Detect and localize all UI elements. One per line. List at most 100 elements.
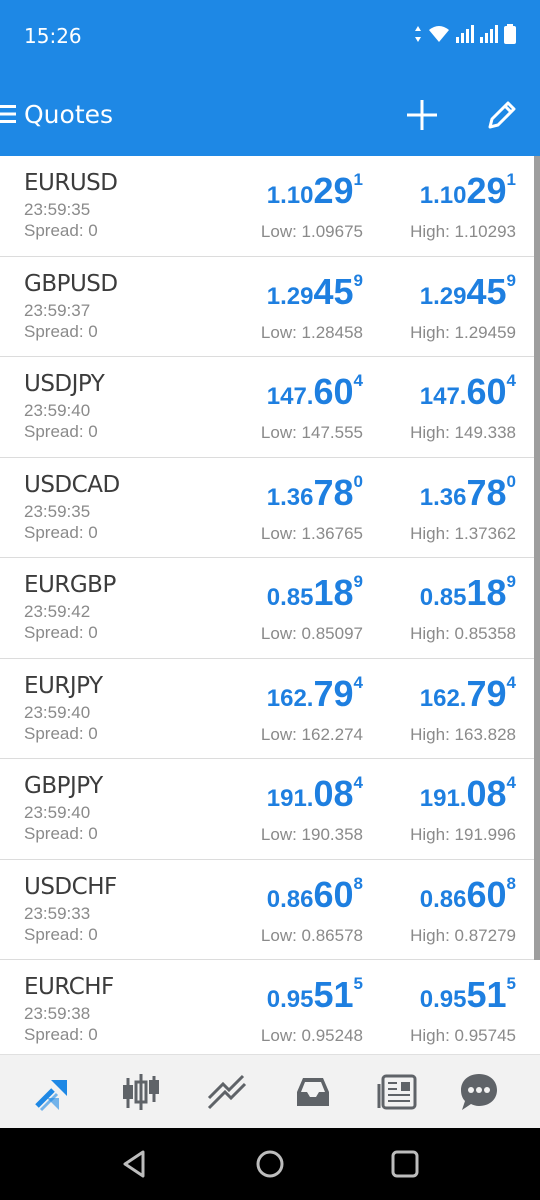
chat-bubble-icon[interactable] [457, 1070, 501, 1114]
price-pips: 60 [466, 873, 507, 915]
price-fraction: 9 [353, 572, 363, 591]
spread-label: Spread: 0 [24, 221, 98, 240]
quote-time: 23:59:40 [24, 702, 91, 722]
signal-icon-2 [480, 25, 498, 43]
price-prefix: 1.10 [266, 182, 314, 209]
quote-row[interactable]: EURCHF 23:59:38 Spread: 0 0.95515 0.95515 Low… [0, 960, 540, 1054]
price-pips: 79 [466, 672, 507, 714]
status-bar: 15:26 [0, 0, 540, 75]
recents-icon[interactable] [387, 1146, 423, 1182]
price-pips: 29 [313, 170, 354, 211]
low-label: Low: 0.85097 [260, 624, 363, 643]
bid-price: 162.794 [267, 673, 363, 715]
symbol-name: GBPJPY [24, 773, 103, 799]
price-fraction: 4 [353, 371, 363, 390]
symbol-name: USDCHF [24, 873, 117, 900]
spread-label: Spread: 0 [24, 924, 98, 944]
quote-time: 23:59:35 [24, 501, 91, 521]
price-fraction: 4 [353, 672, 363, 692]
ask-price: 1.10291 [420, 170, 516, 212]
bid-price: 1.36780 [267, 472, 363, 514]
price-fraction: 5 [353, 974, 363, 993]
quote-row[interactable]: USDCHF 23:59:33 Spread: 0 0.86608 0.86608 Low… [0, 860, 540, 960]
quote-row[interactable]: EURGBP 23:59:42 Spread: 0 0.85189 0.85189 Low… [0, 558, 540, 659]
low-label: Low: 1.09675 [260, 222, 363, 241]
high-label: High: 1.29459 [410, 322, 516, 342]
ask-price: 191.084 [420, 773, 516, 815]
spread-label: Spread: 0 [24, 723, 98, 743]
symbol-name: EURGBP [24, 572, 116, 598]
spread-label: Spread: 0 [24, 1025, 98, 1044]
quote-row[interactable]: GBPJPY 23:59:40 Spread: 0 191.084 191.084 Low… [0, 759, 540, 860]
bottom-navigation [0, 1054, 540, 1128]
price-prefix: 0.95 [419, 986, 467, 1013]
price-prefix: 0.85 [419, 584, 467, 611]
data-transfer-icon [415, 26, 421, 42]
ask-price: 0.95515 [420, 974, 516, 1016]
quotes-list[interactable]: EURUSD 23:59:35 Spread: 0 1.10291 1.10291 Low… [0, 156, 540, 1054]
price-pips: 60 [313, 873, 354, 915]
price-pips: 45 [313, 270, 354, 312]
quote-row[interactable]: GBPUSD 23:59:37 Spread: 0 1.29459 1.29459 Low… [0, 257, 540, 357]
edit-pencil-button[interactable] [480, 93, 524, 137]
quote-time: 23:59:42 [24, 602, 91, 621]
quotes-arrows-icon[interactable] [33, 1070, 77, 1114]
high-label: High: 0.85358 [410, 624, 516, 643]
symbol-name: EURCHF [24, 974, 114, 1000]
high-label: High: 163.828 [410, 724, 516, 744]
add-symbol-button[interactable] [400, 93, 444, 137]
status-time: 15:26 [24, 24, 82, 48]
price-prefix: 0.86 [266, 885, 314, 913]
bid-price: 0.86608 [267, 874, 363, 916]
spread-label: Spread: 0 [24, 522, 98, 542]
inbox-icon[interactable] [291, 1070, 335, 1114]
price-fraction: 0 [353, 471, 363, 491]
price-fraction: 4 [506, 371, 516, 390]
price-prefix: 147. [419, 383, 467, 410]
quote-row[interactable]: USDCAD 23:59:35 Spread: 0 1.36780 1.36780 Low… [0, 458, 540, 558]
trade-trend-icon[interactable] [205, 1070, 249, 1114]
bid-price: 1.10291 [267, 170, 363, 212]
bid-price: 147.604 [267, 371, 363, 413]
quotes-screen: 15:26 Quotes EURUSD 23:59:35 Spread: 0 1… [0, 0, 540, 1200]
price-prefix: 0.86 [419, 885, 467, 913]
low-label: Low: 147.555 [260, 423, 363, 442]
system-navigation-bar [0, 1128, 540, 1200]
price-pips: 18 [466, 572, 507, 613]
quote-row[interactable]: USDJPY 23:59:40 Spread: 0 147.604 147.604 Low… [0, 357, 540, 458]
back-icon[interactable] [117, 1146, 153, 1182]
high-label: High: 149.338 [410, 423, 516, 442]
quote-row[interactable]: EURJPY 23:59:40 Spread: 0 162.794 162.794 Low… [0, 659, 540, 759]
price-fraction: 1 [506, 170, 516, 189]
bid-price: 1.29459 [267, 271, 363, 313]
symbol-name: GBPUSD [24, 270, 118, 297]
price-pips: 79 [313, 672, 354, 714]
quote-time: 23:59:38 [24, 1004, 91, 1023]
price-pips: 18 [313, 572, 354, 613]
price-fraction: 4 [353, 773, 363, 792]
price-pips: 45 [466, 270, 507, 312]
price-prefix: 1.29 [266, 282, 314, 310]
menu-icon[interactable] [0, 103, 18, 125]
wifi-icon [429, 26, 449, 42]
news-icon[interactable] [377, 1070, 421, 1114]
symbol-name: EURUSD [24, 170, 118, 196]
candlestick-chart-icon[interactable] [119, 1070, 163, 1114]
top-app-bar: Quotes [0, 75, 540, 156]
price-prefix: 162. [419, 684, 467, 712]
page-title: Quotes [24, 100, 114, 129]
price-pips: 08 [466, 773, 507, 814]
price-prefix: 0.85 [266, 584, 314, 611]
symbol-name: EURJPY [24, 672, 103, 699]
quote-row[interactable]: EURUSD 23:59:35 Spread: 0 1.10291 1.10291 Low… [0, 156, 540, 257]
low-label: Low: 0.86578 [260, 925, 363, 945]
price-fraction: 9 [506, 572, 516, 591]
price-fraction: 9 [353, 270, 363, 290]
high-label: High: 0.95745 [410, 1026, 516, 1045]
high-label: High: 1.37362 [410, 523, 516, 543]
spread-label: Spread: 0 [24, 623, 98, 642]
price-prefix: 191. [266, 785, 314, 812]
scrollbar[interactable] [534, 156, 540, 960]
status-icons [414, 24, 516, 44]
home-icon[interactable] [252, 1146, 288, 1182]
